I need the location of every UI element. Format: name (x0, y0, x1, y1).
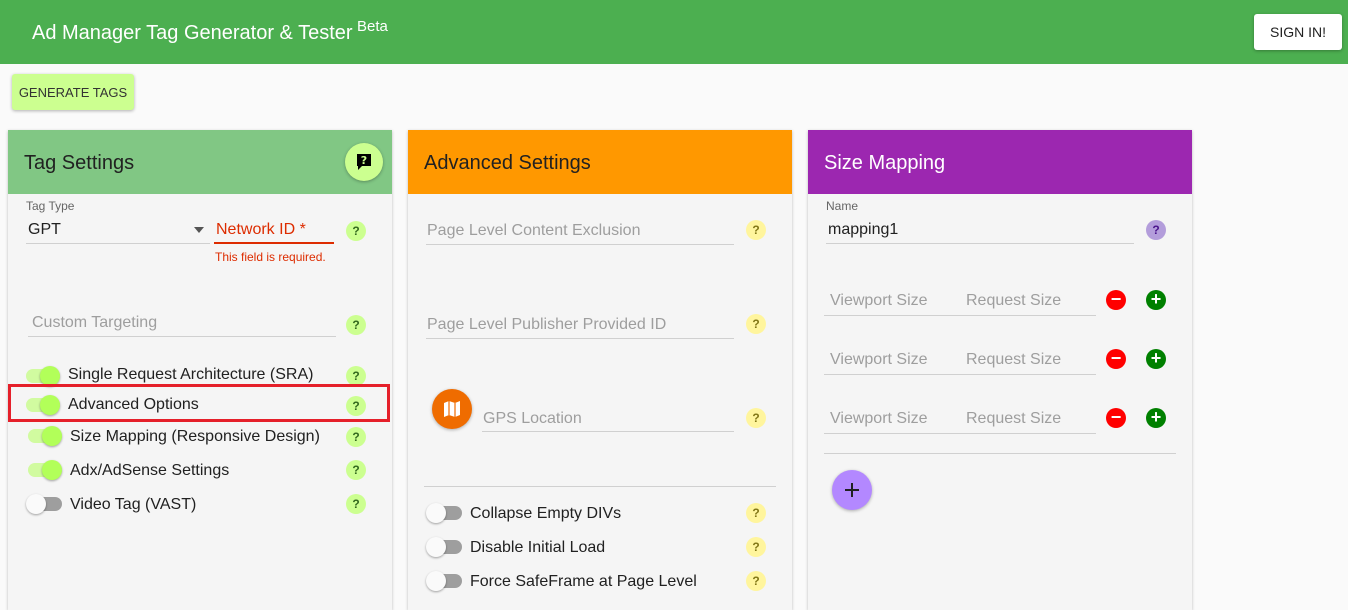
add-mapping-button[interactable] (832, 470, 872, 510)
add-row-button[interactable]: + (1146, 290, 1166, 310)
help-icon[interactable]: ? (346, 427, 366, 447)
disable-initial-load-label: Disable Initial Load (470, 539, 606, 556)
collapse-empty-divs-label: Collapse Empty DIVs (470, 505, 622, 522)
help-icon[interactable]: ? (346, 315, 366, 335)
content-exclusion-underline (426, 244, 734, 245)
viewport-size-input[interactable]: Viewport Size (830, 410, 928, 428)
help-icon[interactable]: ? (346, 396, 366, 416)
help-icon[interactable]: ? (746, 408, 766, 428)
network-id-error: This field is required. (215, 250, 326, 264)
adx-adsense-label: Adx/AdSense Settings (70, 462, 230, 479)
row-underline (824, 433, 1096, 434)
row-underline (824, 315, 1096, 316)
remove-row-button[interactable]: − (1106, 408, 1126, 428)
viewport-size-input[interactable]: Viewport Size (830, 292, 928, 310)
help-icon[interactable]: ? (746, 220, 766, 240)
ppid-underline (426, 338, 734, 339)
help-icon[interactable]: ? (346, 366, 366, 386)
custom-targeting-input[interactable]: Custom Targeting (32, 314, 157, 332)
help-icon[interactable]: ? (346, 460, 366, 480)
sign-in-button[interactable]: SIGN IN! (1254, 14, 1342, 50)
size-mapping-label: Size Mapping (Responsive Design) (70, 428, 320, 445)
request-size-input[interactable]: Request Size (966, 410, 1061, 428)
help-chat-button[interactable]: ? (345, 143, 383, 181)
help-icon[interactable]: ? (746, 314, 766, 334)
map-icon (444, 401, 460, 417)
gps-location-underline (482, 431, 734, 432)
tag-type-underline (26, 243, 210, 244)
section-divider (824, 453, 1176, 454)
name-underline (826, 243, 1134, 244)
add-row-button[interactable]: + (1146, 349, 1166, 369)
advanced-settings-panel: Advanced Settings Page Level Content Exc… (408, 130, 792, 610)
size-mapping-title: Size Mapping (824, 152, 946, 174)
svg-text:?: ? (361, 154, 367, 167)
size-mapping-panel: Size Mapping Name mapping1 ? Viewport Si… (808, 130, 1192, 610)
size-mapping-header: Size Mapping (808, 130, 1192, 194)
app-title: Ad Manager Tag Generator & Tester (32, 22, 353, 44)
map-button[interactable] (432, 389, 472, 429)
force-safeframe-label: Force SafeFrame at Page Level (470, 573, 697, 590)
tag-settings-header: Tag Settings ? (8, 130, 392, 194)
help-icon[interactable]: ? (746, 503, 766, 523)
tag-settings-title: Tag Settings (24, 152, 135, 174)
help-icon[interactable]: ? (346, 221, 366, 241)
advanced-options-label: Advanced Options (68, 396, 199, 413)
request-size-input[interactable]: Request Size (966, 351, 1061, 369)
network-id-input[interactable]: Network ID * (216, 221, 306, 239)
content-exclusion-input[interactable]: Page Level Content Exclusion (427, 222, 640, 240)
tag-settings-panel: Tag Settings ? Tag Type GPT Network ID *… (8, 130, 392, 610)
custom-targeting-underline (28, 336, 336, 337)
advanced-settings-header: Advanced Settings (408, 130, 792, 194)
help-icon[interactable]: ? (746, 571, 766, 591)
section-divider (424, 486, 776, 487)
help-icon[interactable]: ? (1146, 220, 1166, 240)
remove-row-button[interactable]: − (1106, 349, 1126, 369)
beta-badge: Beta (357, 18, 388, 35)
app-bar: Ad Manager Tag Generator & Tester Beta S… (0, 0, 1348, 64)
chevron-down-icon (194, 227, 204, 233)
network-id-underline (214, 242, 334, 244)
generate-tags-button[interactable]: GENERATE TAGS (12, 74, 134, 110)
advanced-settings-title: Advanced Settings (424, 152, 591, 174)
row-underline (824, 374, 1096, 375)
help-icon[interactable]: ? (346, 494, 366, 514)
name-input[interactable]: mapping1 (828, 221, 898, 239)
plus-icon (845, 483, 859, 497)
viewport-size-input[interactable]: Viewport Size (830, 351, 928, 369)
help-icon[interactable]: ? (746, 537, 766, 557)
request-size-input[interactable]: Request Size (966, 292, 1061, 310)
remove-row-button[interactable]: − (1106, 290, 1126, 310)
video-tag-label: Video Tag (VAST) (70, 496, 197, 513)
sra-label: Single Request Architecture (SRA) (68, 366, 314, 383)
tag-type-value[interactable]: GPT (28, 221, 61, 239)
highlight-box (8, 384, 390, 422)
tag-type-label: Tag Type (26, 199, 75, 213)
help-chat-icon: ? (357, 154, 371, 170)
add-row-button[interactable]: + (1146, 408, 1166, 428)
ppid-input[interactable]: Page Level Publisher Provided ID (427, 316, 666, 334)
name-label: Name (826, 199, 859, 213)
gps-location-input[interactable]: GPS Location (483, 410, 582, 428)
